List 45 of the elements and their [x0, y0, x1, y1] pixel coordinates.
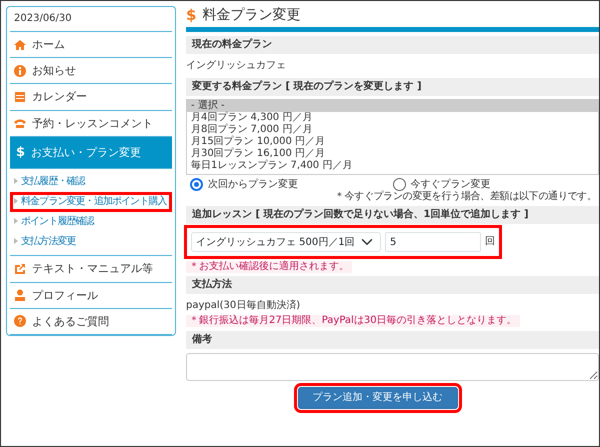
heading-note: [ 現在のプランを変更します ] — [285, 81, 422, 92]
radio-option[interactable]: 次回からプラン変更 — [190, 178, 392, 191]
remarks-field[interactable] — [186, 353, 599, 381]
date-text: 2023/06/30 — [10, 7, 172, 32]
submenu-link[interactable]: ポイント履歴確認 — [10, 212, 172, 232]
payment-method: paypal(30日毎自動決済) — [186, 298, 302, 313]
plan-option[interactable]: 月15回プラン 10,000 円／月 — [187, 136, 598, 148]
share-icon — [14, 262, 26, 275]
plan-option[interactable]: 月4回プラン 4,300 円／月 — [187, 112, 598, 124]
warning-note: ＊お支払い確認後に適用されます。 — [186, 261, 352, 273]
home-icon — [14, 38, 26, 51]
submenu-link[interactable]: 料金プラン変更・追加ポイント購入 — [10, 192, 172, 212]
radio-option[interactable]: 今すぐプラン変更 — [392, 178, 595, 191]
section-heading: 追加レッスン — [192, 209, 252, 220]
sidebar-item[interactable]: お知らせ — [10, 58, 172, 84]
plan-name: イングリッシュカフェ — [186, 59, 287, 73]
submenu-link[interactable]: 支払履歴・確認 — [10, 172, 172, 192]
plan-option[interactable]: - 選択 - — [187, 100, 598, 112]
plan-option[interactable]: 毎日1レッスンプラン 7,400 円／月 — [187, 160, 598, 172]
page-title: 料金プラン変更 — [202, 6, 300, 24]
sidebar-item[interactable]: よくあるご質問 — [10, 308, 172, 335]
info-icon — [14, 64, 26, 77]
plan-listbox[interactable]: - 選択 - 月4回プラン 4,300 円／月 月8回プラン 7,000 円／月 月15回プラン 10,000 円／月 月30回プラン 16,100 円／月 毎日1レッスンプラン 7,400 円／月 — [186, 99, 599, 175]
plan-option[interactable]: 月8回プラン 7,000 円／月 — [187, 124, 598, 136]
lesson-select[interactable]: イングリッシュカフェ 500円／1回 — [191, 232, 381, 252]
section-heading: 備考 — [186, 331, 599, 349]
section-heading: 現在の料金プラン — [186, 36, 599, 54]
unit-label: 回 — [485, 236, 495, 248]
note-text: ＊今すぐプランの変更を行う場合、差額は以下の通りです。 — [334, 191, 598, 203]
section-heading: 支払方法 — [186, 276, 599, 294]
person-icon — [14, 289, 26, 302]
dollar-glyph: $ — [186, 6, 196, 24]
sidebar-item[interactable]: ホーム — [10, 32, 172, 58]
plan-option[interactable]: 月30回プラン 16,100 円／月 — [187, 148, 598, 160]
heading-note: [ 現在のプラン回数で足りない場合、1回単位で追加します ] — [255, 209, 529, 220]
phone-icon — [14, 117, 26, 130]
submenu-link[interactable]: 支払方法変更 — [10, 232, 172, 252]
sidebar-item[interactable]: カレンダー — [10, 84, 172, 111]
sidebar-item[interactable]: テキスト・マニュアル等 — [10, 256, 172, 283]
section-heading: 変更する料金プラン — [192, 81, 282, 92]
sidebar-item[interactable]: プロフィール — [10, 282, 172, 309]
warning-note: ＊銀行振込は毎月27日期限、PayPalは30日毎の引き落としとなります。 — [186, 315, 520, 327]
calendar-icon — [14, 90, 26, 103]
help-icon — [14, 315, 26, 328]
count-field[interactable]: 5 — [385, 232, 481, 252]
